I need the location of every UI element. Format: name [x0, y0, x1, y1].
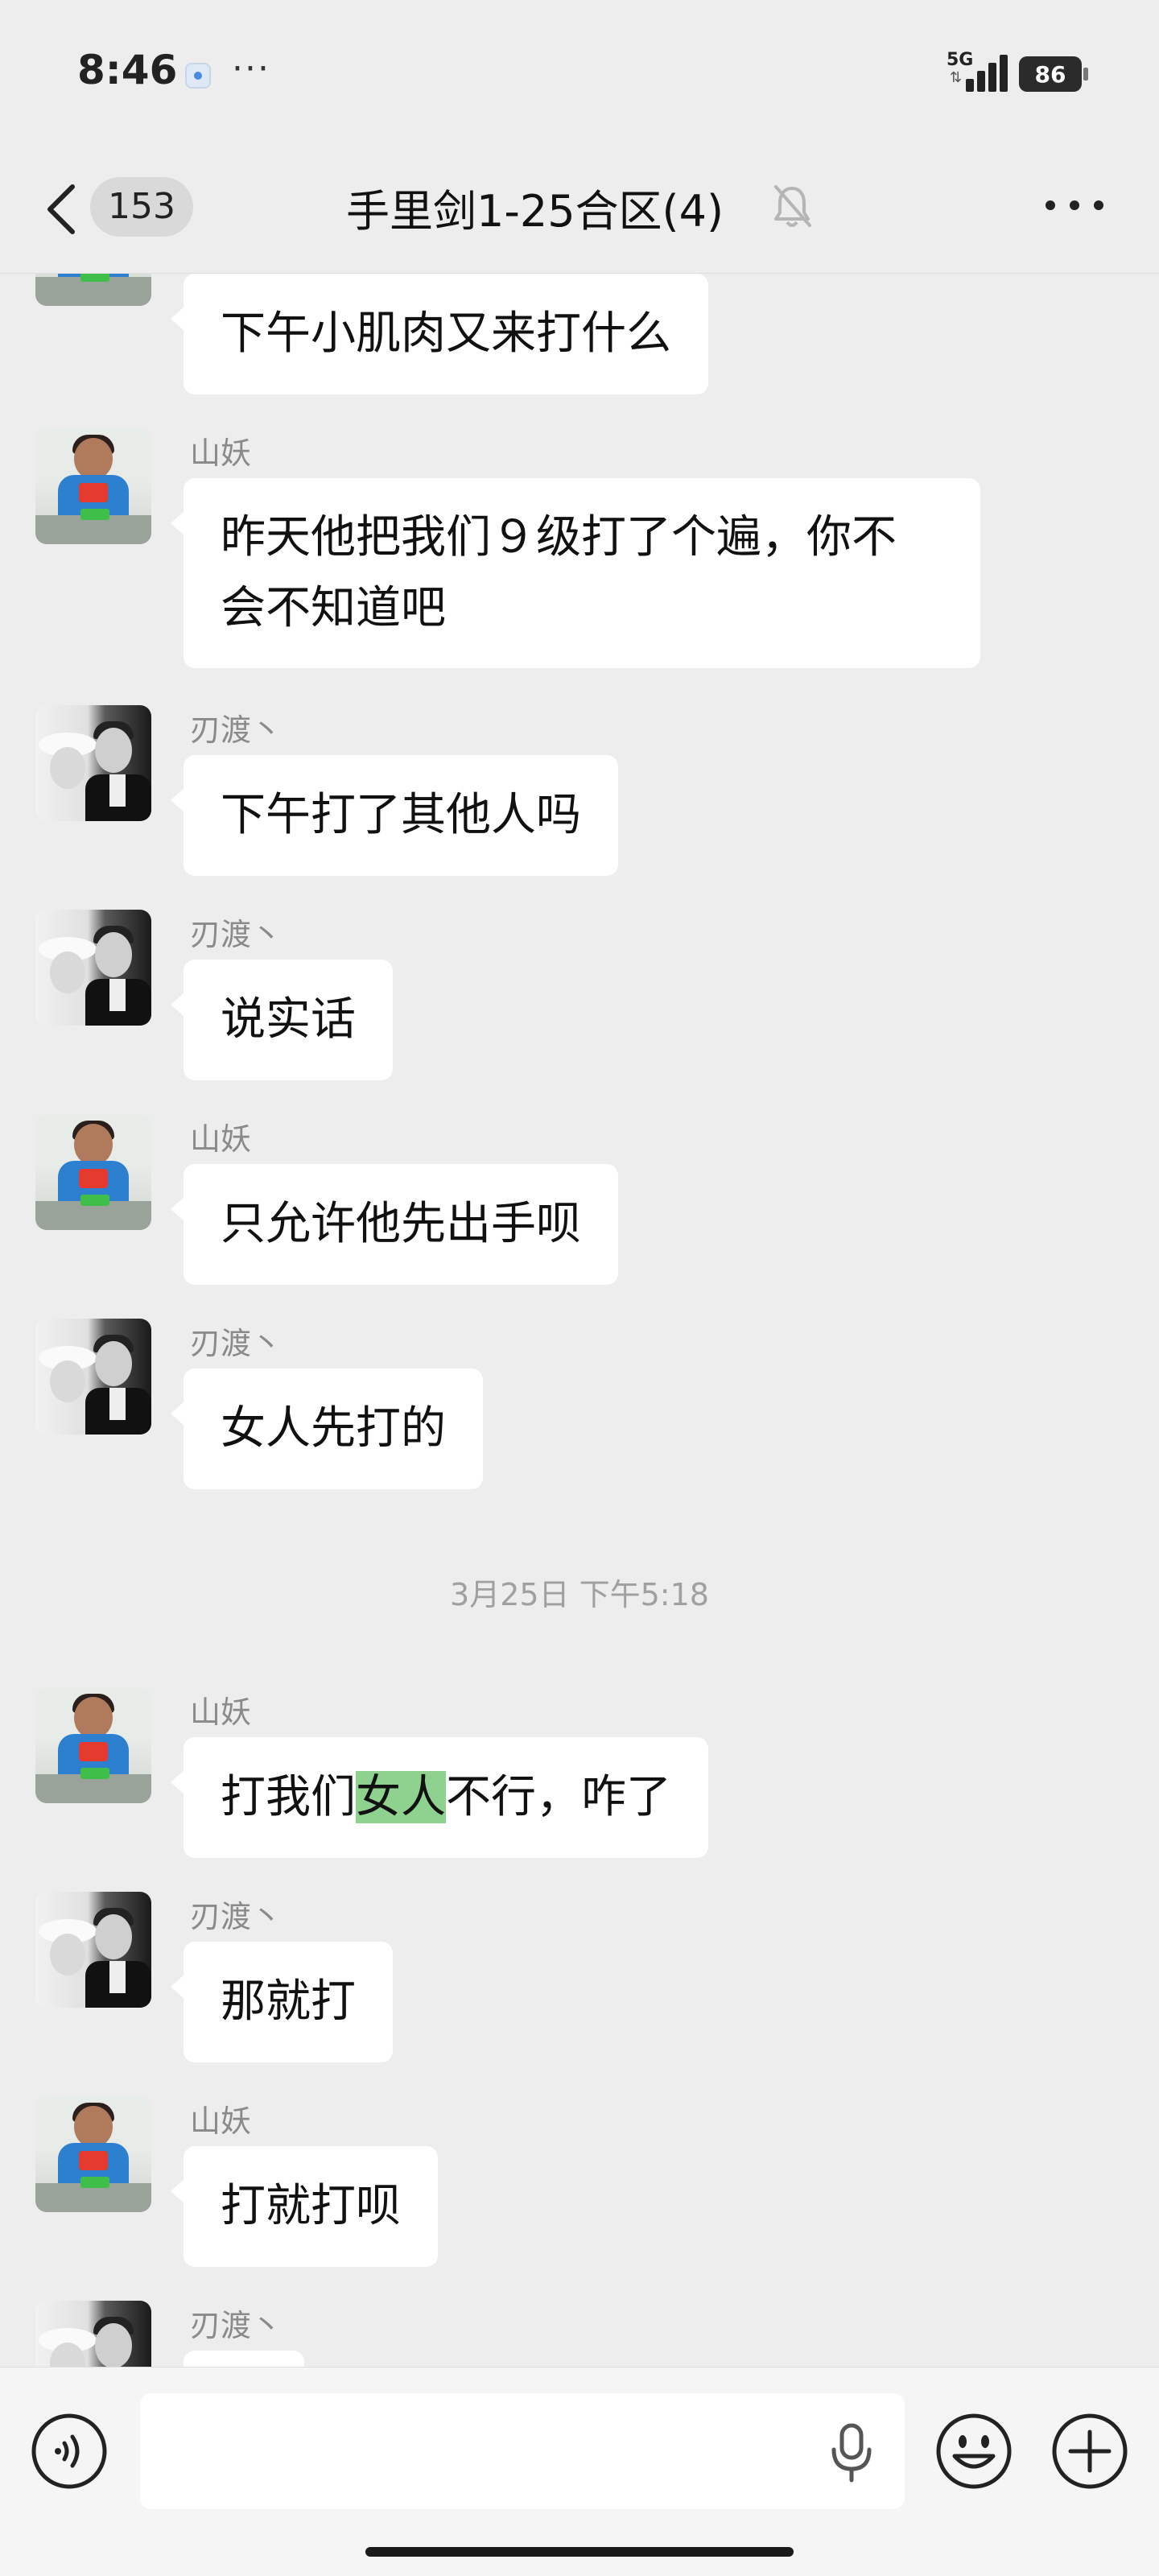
avatar[interactable]: [35, 1687, 151, 1803]
message-text: 那就打: [221, 1975, 356, 2028]
message-text: 打我们: [221, 1771, 356, 1823]
status-time: 8:46: [77, 47, 178, 93]
message-list[interactable]: 下午小肌肉又来打什么 山妖 昨天他把我们９级打了个遍，你不 会不知道吧 刃渡丶 …: [0, 274, 1159, 2367]
time-divider: 3月25日 下午5:18: [450, 1577, 709, 1612]
sender-name: 刃渡丶: [190, 1326, 283, 1361]
microphone-icon[interactable]: [827, 2421, 876, 2485]
chat-header: 153 手里剑1-25合区(4): [0, 145, 1159, 274]
avatar[interactable]: [35, 1319, 151, 1435]
message-bubble[interactable]: 下午打了其他人吗: [171, 755, 618, 876]
message-bubble[interactable]: [184, 2351, 304, 2367]
message-text: 说实话: [221, 993, 356, 1046]
message-text: 不行，咋了: [446, 1771, 671, 1823]
message-input[interactable]: [140, 2393, 905, 2509]
avatar[interactable]: [35, 2096, 151, 2212]
status-bar: 8:46 ··· 5G ⇅ 86: [0, 0, 1159, 145]
sender-name: 刃渡丶: [190, 917, 283, 952]
more-horizontal-icon[interactable]: [1038, 193, 1111, 217]
voice-toggle-icon[interactable]: [29, 2411, 109, 2491]
message-bubble[interactable]: 打就打呗: [171, 2146, 438, 2267]
message-bubble[interactable]: 下午小肌肉又来打什么: [171, 274, 708, 394]
sender-name: 山妖: [190, 1121, 252, 1157]
sender-name: 刃渡丶: [190, 1899, 283, 1934]
avatar[interactable]: [35, 2301, 151, 2367]
unread-count-badge[interactable]: 153: [90, 177, 193, 237]
notification-app-icon: [185, 63, 211, 89]
battery-level: 86: [1034, 60, 1066, 88]
data-activity-icon: ⇅: [950, 69, 963, 86]
message-bubble[interactable]: 只允许他先出手呗: [171, 1164, 618, 1285]
battery-tip: [1083, 68, 1088, 80]
sender-name: 山妖: [190, 2103, 252, 2139]
battery-icon: 86: [1019, 56, 1082, 92]
sender-name: 山妖: [190, 1695, 252, 1730]
chat-title: 手里剑1-25合区(4): [346, 186, 724, 237]
message-bubble[interactable]: 说实话: [171, 960, 393, 1080]
chevron-left-icon[interactable]: [39, 180, 84, 238]
message-text-line: 昨天他把我们９级打了个遍，你不: [221, 511, 897, 564]
avatar[interactable]: [35, 1892, 151, 2008]
message-bubble[interactable]: 昨天他把我们９级打了个遍，你不 会不知道吧: [171, 478, 980, 668]
avatar[interactable]: [35, 705, 151, 821]
avatar[interactable]: [35, 428, 151, 544]
avatar[interactable]: [35, 274, 151, 306]
message-bubble[interactable]: 女人先打的: [171, 1368, 483, 1489]
message-text: 下午打了其他人吗: [221, 789, 581, 841]
input-bar: [0, 2367, 1159, 2576]
sender-name: 刃渡丶: [190, 2308, 283, 2343]
bell-off-icon: [774, 185, 811, 227]
status-more-indicator: ···: [232, 48, 270, 89]
message-text: 只允许他先出手呗: [221, 1198, 581, 1250]
message-bubble[interactable]: 那就打: [171, 1942, 393, 2062]
plus-icon[interactable]: [1050, 2411, 1130, 2491]
message-text: 下午小肌肉又来打什么: [221, 308, 671, 360]
sender-name: 刃渡丶: [190, 712, 283, 748]
emoji-icon[interactable]: [934, 2411, 1014, 2491]
avatar[interactable]: [35, 910, 151, 1026]
message-text-line: 会不知道吧: [221, 582, 446, 634]
search-highlight: 女人: [356, 1771, 446, 1823]
home-indicator[interactable]: [365, 2547, 794, 2557]
signal-strength-icon: [966, 53, 1009, 92]
sender-name: 山妖: [190, 436, 252, 471]
avatar[interactable]: [35, 1114, 151, 1230]
message-text: 打就打呗: [221, 2180, 401, 2232]
message-text: 女人先打的: [221, 1402, 446, 1455]
message-bubble[interactable]: 打我们女人不行，咋了: [171, 1737, 708, 1858]
